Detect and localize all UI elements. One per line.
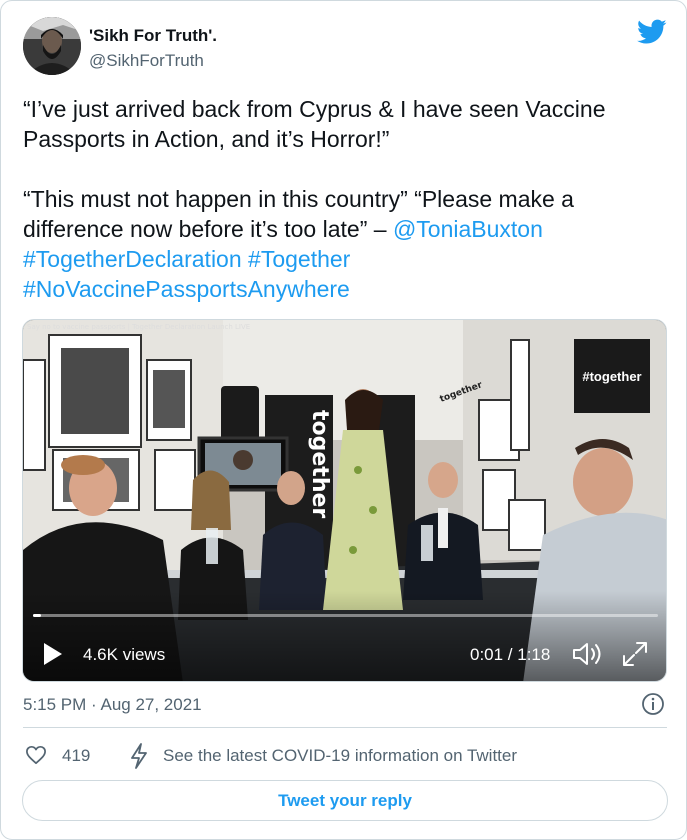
divider: [23, 727, 667, 728]
avatar[interactable]: [23, 17, 81, 75]
video-player[interactable]: together together Say no to vaccine pass…: [22, 319, 667, 682]
hashtag-line: #NoVaccinePassportsAnywhere: [23, 274, 663, 304]
display-name[interactable]: 'Sikh For Truth'.: [89, 26, 217, 46]
user-handle[interactable]: @SikhForTruth: [89, 51, 204, 71]
tweet-quote-2: “This must not happen in this country” “…: [23, 184, 663, 244]
controls-overlay: [23, 591, 666, 681]
video-time: 0:01 / 1:18: [470, 645, 551, 664]
tweet-quote-1: “I’ve just arrived back from Cyprus & I …: [23, 96, 606, 152]
tweet-text: “I’ve just arrived back from Cyprus & I …: [23, 94, 663, 304]
hashtag-link[interactable]: #TogetherDeclaration: [23, 246, 242, 272]
fullscreen-icon[interactable]: [622, 641, 648, 667]
like-count[interactable]: 419: [62, 746, 90, 766]
view-count: 4.6K views: [83, 645, 166, 664]
info-icon[interactable]: [641, 692, 665, 716]
tweet-timestamp[interactable]: 5:15 PM · Aug 27, 2021: [23, 695, 202, 715]
tweet-card: 'Sikh For Truth'. @SikhForTruth “I’ve ju…: [0, 0, 687, 840]
covid-info-link[interactable]: See the latest COVID-19 information on T…: [163, 746, 517, 766]
volume-icon[interactable]: [572, 641, 602, 667]
heart-icon[interactable]: [25, 745, 47, 765]
together-badge: #together: [574, 339, 650, 413]
hashtag-link[interactable]: #NoVaccinePassportsAnywhere: [23, 276, 350, 302]
svg-text:together: together: [307, 410, 332, 518]
hashtag-line: #TogetherDeclaration #Together: [23, 244, 663, 274]
play-icon[interactable]: [43, 642, 63, 666]
twitter-bird-icon[interactable]: [637, 19, 667, 45]
embedded-video-title: Say no to vaccine passports | Together D…: [27, 323, 251, 331]
tweet-reply-button[interactable]: Tweet your reply: [22, 780, 668, 821]
lightning-bolt-icon: [131, 743, 147, 769]
progress-bar[interactable]: [33, 614, 658, 617]
mention-link[interactable]: @ToniaBuxton: [393, 216, 543, 242]
hashtag-link[interactable]: #Together: [248, 246, 350, 272]
progress-fill: [33, 614, 42, 617]
